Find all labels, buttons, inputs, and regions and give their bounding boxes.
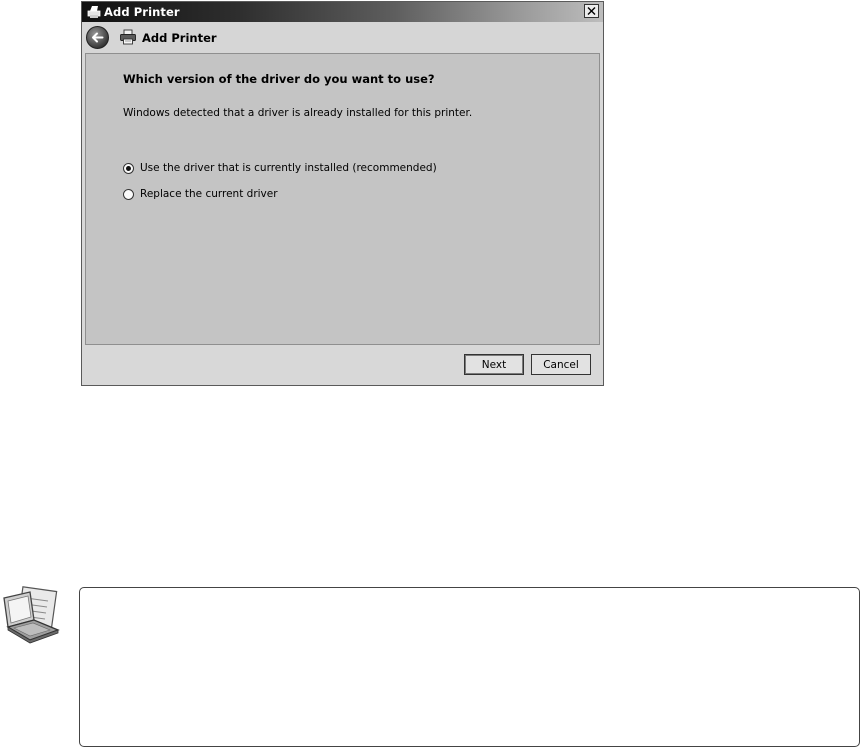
title-bar[interactable]: Add Printer xyxy=(82,2,603,22)
page-description: Windows detected that a driver is alread… xyxy=(123,107,473,119)
note-laptop-icon xyxy=(0,586,62,646)
page-heading: Which version of the driver do you want … xyxy=(123,72,435,86)
wizard-content-panel: Which version of the driver do you want … xyxy=(85,53,600,345)
printer-icon xyxy=(119,29,137,45)
option-replace-driver[interactable]: Replace the current driver xyxy=(123,188,278,200)
printer-title-icon xyxy=(86,4,102,20)
radio-use-installed-driver[interactable] xyxy=(123,162,134,174)
option-label: Use the driver that is currently install… xyxy=(140,162,437,174)
back-arrow-icon xyxy=(92,32,104,43)
next-button[interactable]: Next xyxy=(464,354,524,375)
option-use-installed-driver[interactable]: Use the driver that is currently install… xyxy=(123,162,437,174)
back-button[interactable] xyxy=(86,26,109,49)
option-label: Replace the current driver xyxy=(140,188,278,200)
close-button[interactable] xyxy=(584,4,599,18)
window-title: Add Printer xyxy=(104,5,180,19)
add-printer-dialog: Add Printer Add Printer Which version of… xyxy=(81,1,604,386)
radio-replace-driver[interactable] xyxy=(123,188,134,200)
close-icon xyxy=(587,7,596,15)
cancel-button[interactable]: Cancel xyxy=(531,354,591,375)
navigation-bar: Add Printer xyxy=(82,22,603,53)
wizard-title: Add Printer xyxy=(142,31,217,45)
note-box xyxy=(79,587,860,747)
